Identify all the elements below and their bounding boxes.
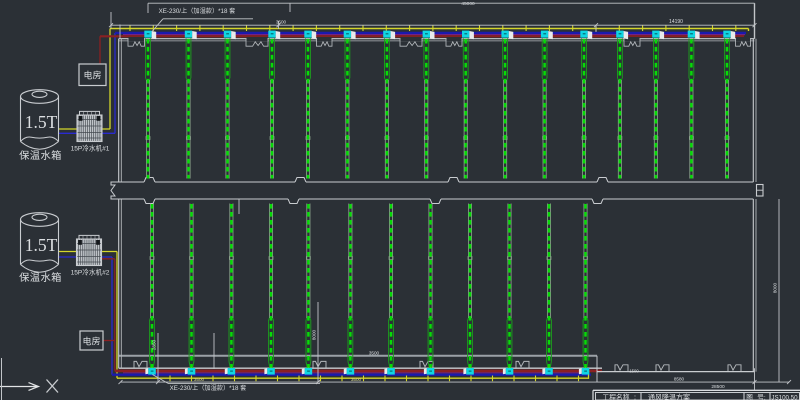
svg-text:通风降温方案: 通风降温方案 xyxy=(648,393,690,400)
svg-text:号:: 号: xyxy=(757,393,766,400)
svg-text:XE-230/上（加湿款）*18 套: XE-230/上（加湿款）*18 套 xyxy=(159,7,236,15)
svg-text:保温水箱: 保温水箱 xyxy=(19,271,62,284)
svg-text:8000: 8000 xyxy=(773,282,778,293)
svg-text:工程名称: 工程名称 xyxy=(602,392,629,400)
svg-text:3500: 3500 xyxy=(351,377,362,382)
svg-text:3500: 3500 xyxy=(369,350,380,355)
svg-text:3500: 3500 xyxy=(276,19,287,24)
svg-text:1.5T: 1.5T xyxy=(25,235,58,255)
svg-text:XE-230/上（加湿款）*18 套: XE-230/上（加湿款）*18 套 xyxy=(170,384,247,392)
svg-text:8000: 8000 xyxy=(312,329,317,340)
svg-text:28500: 28500 xyxy=(711,384,725,390)
svg-text:8580: 8580 xyxy=(674,377,685,382)
svg-text:45000: 45000 xyxy=(461,1,475,7)
svg-text:3500: 3500 xyxy=(194,377,205,382)
svg-text:图: 图 xyxy=(746,393,753,400)
svg-text:15P冷水机#2: 15P冷水机#2 xyxy=(71,268,110,277)
svg-text:14190: 14190 xyxy=(669,19,683,25)
svg-text:JS100.50: JS100.50 xyxy=(771,395,798,400)
svg-text:电房: 电房 xyxy=(83,69,101,80)
svg-text:1.5T: 1.5T xyxy=(25,112,58,132)
svg-text:电房: 电房 xyxy=(82,335,100,346)
svg-text:1500: 1500 xyxy=(629,369,639,374)
svg-text:2850: 2850 xyxy=(152,339,157,350)
svg-text:15P冷水机#1: 15P冷水机#1 xyxy=(71,143,110,152)
svg-text:保温水箱: 保温水箱 xyxy=(19,149,62,162)
svg-text:：: ： xyxy=(633,395,639,400)
